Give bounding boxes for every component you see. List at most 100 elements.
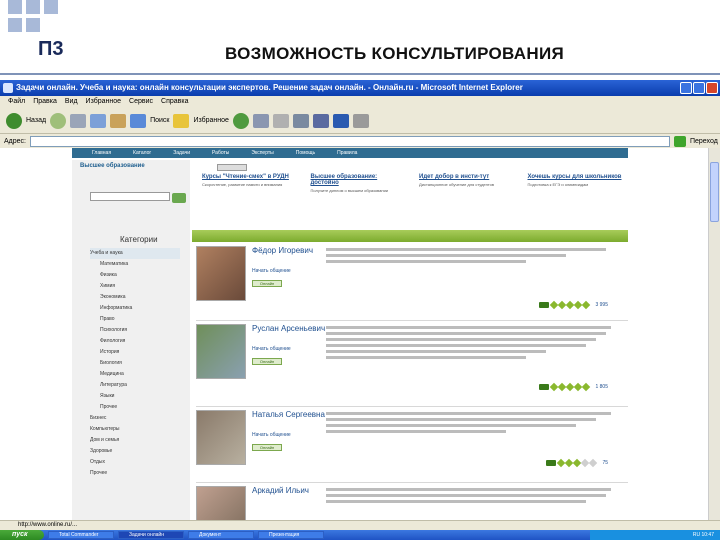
- category-item[interactable]: Медицина: [90, 369, 190, 380]
- category-item[interactable]: Литература: [90, 380, 190, 391]
- categories-title: Категории: [120, 235, 158, 244]
- search-icon[interactable]: [130, 113, 147, 128]
- search-label[interactable]: Поиск: [150, 117, 169, 124]
- nav-tab-experts[interactable]: Эксперты: [241, 148, 283, 158]
- category-item[interactable]: Отдых: [90, 457, 190, 468]
- bluetooth-icon[interactable]: [332, 113, 349, 128]
- avatar[interactable]: [196, 486, 246, 520]
- menu-tools[interactable]: Сервис: [129, 98, 153, 108]
- back-arrow-icon[interactable]: [6, 112, 22, 129]
- promo-link-title[interactable]: Хочешь курсы для школьников: [528, 174, 623, 180]
- category-item[interactable]: Прочее: [90, 468, 190, 479]
- category-item[interactable]: Компьютеры: [90, 424, 190, 435]
- category-item[interactable]: Право: [90, 314, 190, 325]
- consultant-name[interactable]: Наталья Сергеевна: [252, 410, 325, 419]
- consultant-description: [326, 412, 616, 436]
- forward-arrow-icon[interactable]: [50, 112, 67, 129]
- avatar[interactable]: [196, 324, 246, 379]
- edit-icon[interactable]: [312, 113, 329, 128]
- promo-link-title[interactable]: Курсы "Чтение-смех" в РУДН: [202, 174, 297, 180]
- promo-link[interactable]: Высшее образование: достойно Получите ди…: [311, 174, 406, 194]
- consultant-description: [326, 488, 616, 506]
- promo-link[interactable]: Идет добор в инсти-тут Дистанционное обу…: [419, 174, 514, 194]
- start-chat-button[interactable]: Начать общение: [252, 268, 291, 274]
- menu-help[interactable]: Справка: [161, 98, 188, 108]
- promo-link-title[interactable]: Идет добор в инсти-тут: [419, 174, 514, 180]
- menu-file[interactable]: Файл: [8, 98, 25, 108]
- category-item[interactable]: Здоровье: [90, 446, 190, 457]
- menu-bar: Файл Правка Вид Избранное Сервис Справка: [0, 96, 720, 108]
- nav-tab-home[interactable]: Главная: [82, 148, 121, 158]
- category-item[interactable]: Филология: [90, 336, 190, 347]
- category-item[interactable]: Учеба и наука: [90, 248, 180, 259]
- category-item[interactable]: Математика: [90, 259, 190, 270]
- category-item[interactable]: Дом и семья: [90, 435, 190, 446]
- minimize-button[interactable]: [680, 82, 692, 94]
- consultant-card: Фёдор Игоревич Начать общение Онлайн 3 9…: [196, 246, 628, 316]
- address-input[interactable]: [29, 135, 670, 147]
- consultant-name[interactable]: Руслан Арсеньевич: [252, 324, 325, 333]
- category-item[interactable]: Химия: [90, 281, 190, 292]
- menu-view[interactable]: Вид: [65, 98, 78, 108]
- start-chat-button[interactable]: Начать общение: [252, 346, 291, 352]
- category-item[interactable]: Биология: [90, 358, 190, 369]
- status-badge: Онлайн: [252, 280, 282, 287]
- category-item[interactable]: Физика: [90, 270, 190, 281]
- maximize-button[interactable]: [693, 82, 705, 94]
- taskbar-item[interactable]: Total Commander: [48, 531, 114, 539]
- stop-icon[interactable]: [70, 113, 87, 128]
- media-icon[interactable]: [232, 112, 249, 129]
- ie-icon: [3, 83, 13, 93]
- vertical-scrollbar[interactable]: [708, 148, 720, 520]
- page-search-input[interactable]: [217, 164, 247, 171]
- nav-tab-rules[interactable]: Правила: [327, 148, 367, 158]
- taskbar-item[interactable]: Презентация: [258, 531, 324, 539]
- nav-tab-works[interactable]: Работы: [202, 148, 239, 158]
- consultant-card: Руслан Арсеньевич Начать общение Онлайн …: [196, 324, 628, 404]
- refresh-icon[interactable]: [90, 113, 107, 128]
- home-icon[interactable]: [110, 113, 127, 128]
- slide-title: ВОЗМОЖНОСТЬ КОНСУЛЬТИРОВАНИЯ: [225, 44, 564, 63]
- promo-link[interactable]: Хочешь курсы для школьников Подготовка к…: [528, 174, 623, 194]
- page-margin-right: [628, 148, 708, 520]
- go-label[interactable]: Переход: [690, 138, 718, 145]
- rating-score: 1 805: [595, 384, 608, 390]
- avatar[interactable]: [196, 246, 246, 301]
- nav-tab-catalog[interactable]: Каталог: [123, 148, 161, 158]
- nav-tab-help[interactable]: Помощь: [286, 148, 325, 158]
- close-button[interactable]: [706, 82, 718, 94]
- consultant-name[interactable]: Фёдор Игоревич: [252, 246, 313, 255]
- sidebar-search-input[interactable]: [90, 192, 170, 201]
- system-tray-clock: RU 10:47: [590, 530, 720, 540]
- go-arrow-icon[interactable]: [673, 135, 686, 147]
- favorites-label[interactable]: Избранное: [193, 117, 228, 124]
- status-badge: Онлайн: [252, 358, 282, 365]
- back-label[interactable]: Назад: [26, 117, 46, 124]
- category-item[interactable]: Языки: [90, 391, 190, 402]
- messenger-icon[interactable]: [352, 113, 369, 128]
- category-item[interactable]: Экономика: [90, 292, 190, 303]
- print-icon[interactable]: [292, 113, 309, 128]
- favorites-star-icon[interactable]: [173, 113, 190, 128]
- consultant-name[interactable]: Аркадий Ильич: [252, 486, 309, 495]
- category-item[interactable]: Бизнес: [90, 413, 190, 424]
- menu-edit[interactable]: Правка: [33, 98, 57, 108]
- avatar[interactable]: [196, 410, 246, 465]
- promo-link[interactable]: Курсы "Чтение-смех" в РУДН Скорочтение, …: [202, 174, 297, 194]
- sidebar-search-go-icon[interactable]: [172, 193, 186, 203]
- category-item[interactable]: Психология: [90, 325, 190, 336]
- taskbar-item[interactable]: Задачи онлайн: [118, 531, 184, 539]
- category-item[interactable]: История: [90, 347, 190, 358]
- menu-favorites[interactable]: Избранное: [86, 98, 121, 108]
- category-item[interactable]: Прочее: [90, 402, 190, 413]
- mail-icon[interactable]: [272, 113, 289, 128]
- start-button[interactable]: пуск: [0, 530, 44, 540]
- nav-tab-tasks[interactable]: Задачи: [163, 148, 200, 158]
- taskbar-item[interactable]: Документ: [188, 531, 254, 539]
- sidebar-heading[interactable]: Высшее образование: [72, 160, 190, 172]
- scrollbar-thumb[interactable]: [710, 162, 719, 222]
- category-item[interactable]: Информатика: [90, 303, 190, 314]
- promo-link-title[interactable]: Высшее образование: достойно: [311, 174, 406, 186]
- history-icon[interactable]: [252, 113, 269, 128]
- start-chat-button[interactable]: Начать общение: [252, 432, 291, 438]
